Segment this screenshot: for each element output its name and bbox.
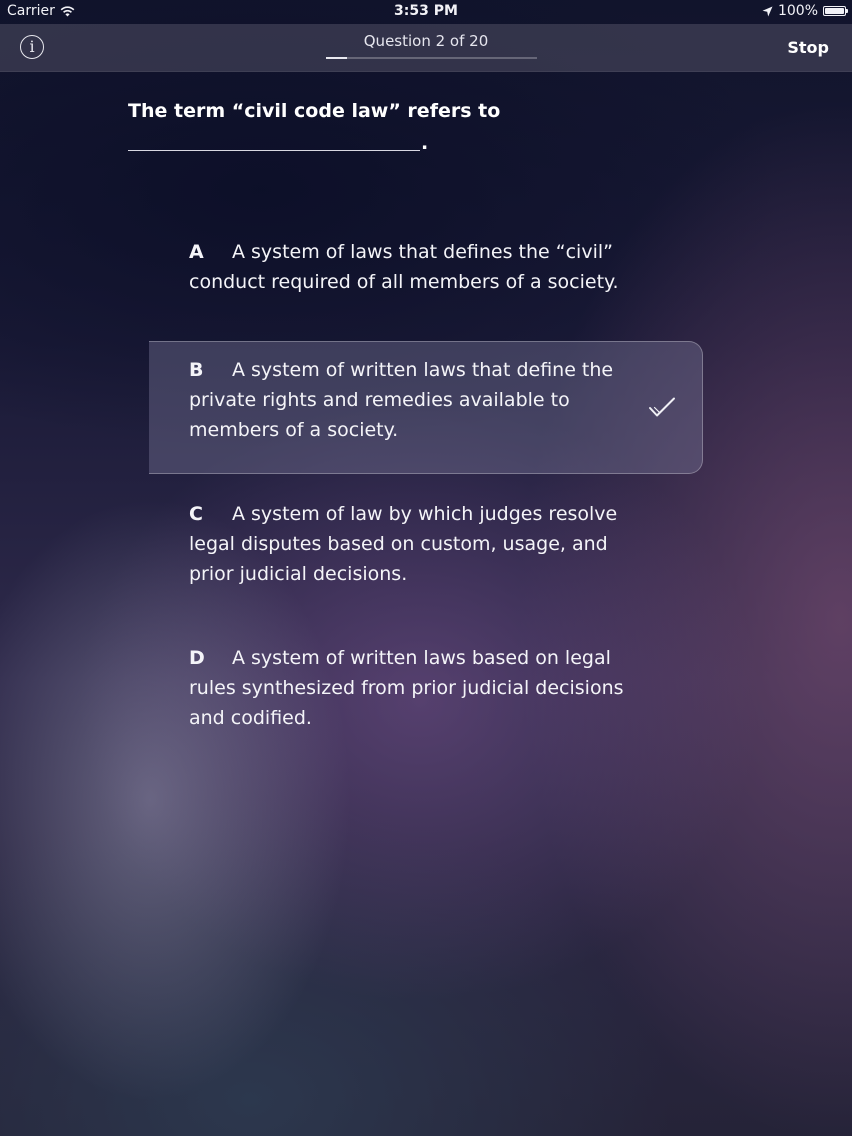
answer-letter: D	[189, 647, 205, 669]
answer-description: A system of law by which judges resolve …	[189, 503, 618, 585]
answer-option-text: AA system of laws that defines the “civi…	[189, 237, 625, 297]
answer-description: A system of laws that defines the “civil…	[189, 241, 619, 293]
answer-option-text: DA system of written laws based on legal…	[189, 643, 625, 733]
answer-letter: A	[189, 241, 204, 263]
progress-bar-fill	[326, 57, 348, 59]
status-bar: Carrier 3:53 PM 100%	[0, 0, 852, 24]
answer-option-b[interactable]: BA system of written laws that define th…	[149, 341, 703, 474]
nav-bar: i Question 2 of 20 Stop	[0, 24, 852, 72]
progress-bar	[326, 57, 537, 59]
status-right: 100%	[762, 3, 848, 19]
answer-blank-line	[128, 150, 420, 151]
status-time: 3:53 PM	[394, 3, 458, 19]
battery-percentage: 100%	[777, 3, 818, 19]
battery-icon	[823, 6, 848, 16]
question-text: The term “civil code law” refers to	[128, 100, 501, 122]
answer-option-d[interactable]: DA system of written laws based on legal…	[149, 643, 703, 733]
answer-blank-period: .	[421, 132, 429, 154]
answer-letter: C	[189, 503, 203, 525]
answer-description: A system of written laws that define the…	[189, 359, 614, 441]
answer-option-a[interactable]: AA system of laws that defines the “civi…	[149, 237, 703, 297]
stop-button[interactable]: Stop	[787, 38, 829, 57]
question-counter: Question 2 of 20	[363, 32, 489, 50]
answer-description: A system of written laws based on legal …	[189, 647, 624, 729]
answer-letter: B	[189, 359, 204, 381]
checkmark-icon	[649, 397, 675, 417]
answer-option-text: BA system of written laws that define th…	[189, 355, 625, 445]
answer-option-c[interactable]: CA system of law by which judges resolve…	[149, 499, 703, 589]
location-arrow-icon	[762, 6, 773, 16]
answer-option-text: CA system of law by which judges resolve…	[189, 499, 625, 589]
